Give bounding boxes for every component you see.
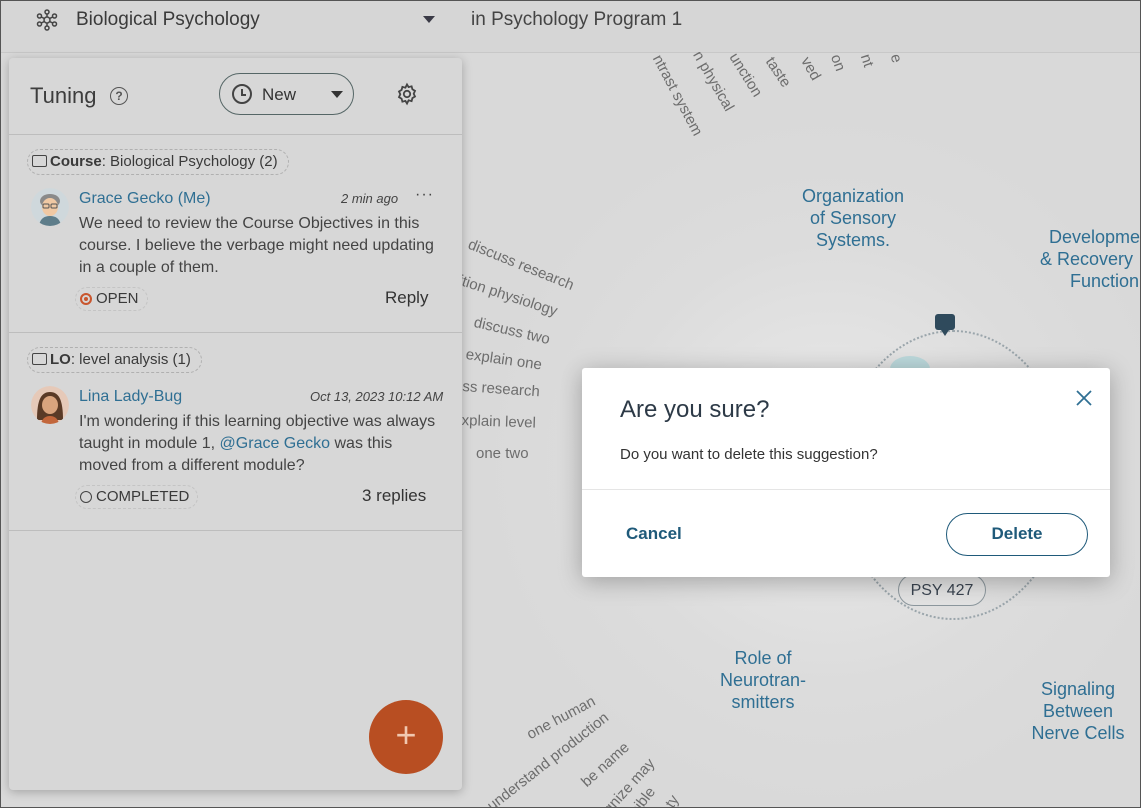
- timestamp: Oct 13, 2023 10:12 AM: [310, 389, 444, 404]
- avatar: [31, 386, 69, 424]
- replies-link[interactable]: 3 replies: [362, 486, 426, 506]
- comment-text: I'm wondering if this learning objective…: [79, 413, 436, 474]
- map-word: taste: [761, 54, 795, 91]
- cancel-button[interactable]: Cancel: [626, 524, 682, 544]
- dialog-message: Do you want to delete this suggestion?: [620, 446, 878, 463]
- timestamp: 2 min ago: [341, 191, 399, 206]
- network-icon: [36, 9, 58, 31]
- close-icon[interactable]: [1074, 388, 1094, 408]
- user-mention[interactable]: @Grace Gecko: [220, 435, 331, 452]
- topic-signaling-nerve-cells[interactable]: Signaling Between Nerve Cells: [1020, 678, 1136, 744]
- comment-pin-icon[interactable]: [935, 314, 955, 336]
- filter-dropdown[interactable]: New: [219, 73, 354, 115]
- comment-thread: Course: Biological Psychology (2) Grace …: [9, 134, 462, 333]
- gear-icon[interactable]: [395, 82, 419, 106]
- map-word: xplain level: [461, 412, 537, 432]
- map-word: on: [827, 52, 849, 74]
- comment-icon: [32, 155, 47, 167]
- open-status-icon: [80, 293, 92, 305]
- author-name[interactable]: Lina Lady-Bug: [79, 388, 182, 406]
- check-circle-icon: [80, 491, 92, 503]
- map-word: ty: [662, 792, 683, 808]
- map-word: unction: [725, 52, 766, 101]
- map-word: nt: [856, 52, 877, 70]
- top-bar: Biological Psychology in Psychology Prog…: [0, 0, 1141, 53]
- delete-button[interactable]: Delete: [946, 513, 1088, 556]
- comment-icon: [32, 353, 47, 365]
- comment-thread: LO: level analysis (1) Lina Lady-Bug Oct…: [9, 332, 462, 531]
- avatar: [31, 188, 69, 226]
- dialog-divider: [582, 489, 1110, 490]
- chevron-down-icon: [331, 91, 343, 98]
- map-word: e: [886, 52, 906, 65]
- map-word: ved: [797, 54, 825, 84]
- chevron-down-icon[interactable]: [423, 16, 435, 23]
- thread-tag[interactable]: Course: Biological Psychology (2): [27, 149, 289, 175]
- reply-button[interactable]: Reply: [385, 288, 428, 308]
- course-selector[interactable]: Biological Psychology: [76, 9, 260, 31]
- tuning-panel: Tuning ? New Course: Biological Psycholo…: [9, 58, 462, 790]
- course-node-label[interactable]: PSY 427: [898, 574, 986, 606]
- dialog-title: Are you sure?: [620, 396, 770, 423]
- confirm-dialog: Are you sure? Do you want to delete this…: [582, 368, 1110, 577]
- status-badge: OPEN: [75, 287, 148, 311]
- topic-development-recovery[interactable]: Developme & Recovery Function: [1040, 226, 1141, 292]
- author-name[interactable]: Grace Gecko (Me): [79, 190, 211, 208]
- thread-tag[interactable]: LO: level analysis (1): [27, 347, 202, 373]
- comment-text: We need to review the Course Objectives …: [79, 215, 434, 276]
- topic-organization-sensory[interactable]: Organization of Sensory Systems.: [780, 185, 926, 251]
- program-label: in Psychology Program 1: [471, 9, 683, 30]
- add-button[interactable]: +: [369, 700, 443, 774]
- more-options-icon[interactable]: ···: [415, 186, 434, 204]
- map-word: one two: [476, 445, 529, 462]
- panel-title: Tuning: [30, 83, 97, 108]
- panel-header: Tuning ? New: [9, 58, 462, 135]
- help-icon[interactable]: ?: [110, 87, 128, 105]
- topic-role-neurotransmitters[interactable]: Role of Neurotran- smitters: [700, 647, 826, 713]
- clock-icon: [232, 84, 252, 104]
- status-badge: COMPLETED: [75, 485, 199, 509]
- filter-label: New: [262, 85, 297, 104]
